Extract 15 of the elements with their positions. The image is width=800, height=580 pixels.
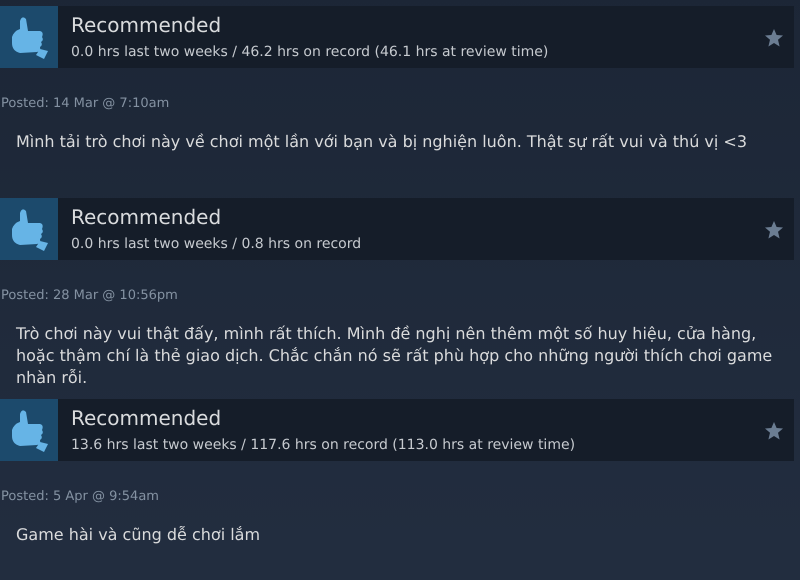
posted-date: Posted: 14 Mar @ 7:10am bbox=[1, 96, 170, 111]
review-verdict: Recommended bbox=[71, 204, 222, 228]
posted-date: Posted: 5 Apr @ 9:54am bbox=[1, 488, 160, 504]
playtime-text: 0.0 hrs last two weeks / 0.8 hrs on record bbox=[71, 234, 362, 252]
review-text: Game hài và cũng dễ chơi lắm bbox=[16, 524, 262, 546]
review-verdict: Recommended bbox=[71, 13, 222, 37]
review-text: Mình tải trò chơi này về chơi một lần với bạn và bị nghiện luôn. Thật sự rất vui và thú vị <3 bbox=[16, 131, 748, 153]
review-text: Trò chơi này vui thật đấy, mình rất thích. Mình đề nghị nên thêm một số huy hiệu, cửa hàng, hoặc thậm chí là thẻ giao dịch. Chắc chắn nó sẽ rất phù hợp cho những người thích chơi game nhàn rỗi. bbox=[16, 322, 774, 388]
posted-date: Posted: 28 Mar @ 10:56pm bbox=[1, 288, 179, 302]
star-icon[interactable] bbox=[764, 28, 784, 48]
star-icon[interactable] bbox=[764, 420, 784, 440]
playtime-text: 13.6 hrs last two weeks / 117.6 hrs on record (113.0 hrs at review time) bbox=[71, 436, 576, 454]
star-icon[interactable] bbox=[764, 220, 784, 240]
review-verdict: Recommended bbox=[71, 406, 222, 430]
playtime-text: 0.0 hrs last two weeks / 46.2 hrs on record (46.1 hrs at review time) bbox=[71, 43, 550, 61]
